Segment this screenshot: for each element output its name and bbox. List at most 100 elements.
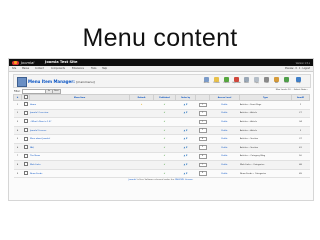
access-level-link[interactable]: Public — [209, 100, 240, 110]
move-button[interactable]: Move — [242, 76, 251, 84]
menu-content[interactable]: Content — [35, 67, 44, 70]
access-level-link[interactable]: Public — [209, 109, 240, 119]
access-level-link[interactable]: Public — [209, 117, 240, 127]
row-checkbox[interactable] — [23, 119, 28, 124]
default-star-icon[interactable] — [129, 160, 154, 170]
status-links[interactable]: Preview · 0 · 1 · Logout — [285, 67, 310, 70]
menu-extensions[interactable]: Extensions — [72, 67, 84, 70]
reorder-arrows-icon[interactable]: ▲ ▼ — [175, 169, 196, 179]
published-check-icon[interactable]: ✔ — [153, 134, 176, 144]
select-all-checkbox[interactable] — [23, 95, 28, 99]
access-level-link[interactable]: Public — [209, 169, 240, 179]
published-check-icon[interactable]: ✔ — [153, 100, 176, 110]
menu-item-link[interactable]: More about Joomla! — [29, 134, 130, 144]
row-checkbox-cell[interactable] — [21, 152, 30, 162]
menu-menus[interactable]: Menus — [22, 67, 29, 70]
row-checkbox-cell[interactable] — [21, 143, 30, 153]
row-checkbox[interactable] — [23, 110, 28, 115]
menu-site[interactable]: Site — [12, 67, 16, 70]
site-name: Joomla Test Site — [45, 60, 78, 65]
default-star-icon[interactable] — [129, 169, 154, 179]
item-id: 27 — [291, 109, 310, 119]
menus-button[interactable]: Menus — [202, 76, 211, 84]
row-checkbox-cell[interactable] — [21, 134, 30, 144]
row-checkbox-cell[interactable] — [21, 126, 30, 136]
reorder-arrows-icon[interactable]: ▲ ▼ — [175, 160, 196, 170]
help-button[interactable]: Help — [294, 76, 303, 84]
unpublish-button[interactable]: Unpublish — [232, 76, 241, 84]
default-star-icon[interactable] — [129, 143, 154, 153]
menu-tools[interactable]: Tools — [91, 67, 96, 70]
menu-item-link[interactable]: Home — [29, 100, 130, 110]
published-check-icon[interactable]: ✔ — [153, 109, 176, 119]
default-button[interactable]: Default — [212, 76, 221, 84]
menu-item-link[interactable]: Web Links — [29, 160, 130, 170]
publish-button[interactable]: Publish — [222, 76, 231, 84]
order-input[interactable]: 3 — [198, 128, 207, 133]
reorder-arrows-icon[interactable]: ▲ ▼ — [175, 152, 196, 162]
published-check-icon[interactable]: ✔ — [153, 152, 176, 162]
order-input[interactable]: 5 — [198, 145, 207, 151]
row-checkbox[interactable] — [23, 145, 28, 150]
row-checkbox[interactable] — [23, 136, 28, 141]
row-checkbox-cell[interactable] — [21, 169, 30, 179]
published-check-icon[interactable]: ✔ — [153, 126, 176, 136]
row-checkbox[interactable] — [23, 171, 28, 176]
footer-joomla-link[interactable]: Joomla! — [129, 179, 137, 181]
row-number: 8 — [13, 160, 22, 170]
menu-components[interactable]: Components — [51, 67, 65, 70]
footer-license-link[interactable]: GNU/GPL License. — [175, 179, 194, 181]
reorder-arrows-icon[interactable] — [175, 117, 196, 127]
row-checkbox-cell[interactable] — [21, 117, 30, 127]
trash-button[interactable]: Trash — [262, 76, 271, 84]
default-star-icon[interactable] — [129, 152, 154, 162]
reorder-arrows-icon[interactable]: ▲ ▼ — [175, 100, 196, 110]
row-checkbox[interactable] — [23, 153, 28, 158]
default-star-icon[interactable] — [129, 126, 154, 136]
admin-header: Joomla! Joomla Test Site Version 1.5.x — [9, 59, 313, 66]
order-input[interactable]: 1 — [198, 119, 207, 125]
published-check-icon[interactable]: ✔ — [153, 160, 176, 170]
reorder-arrows-icon[interactable]: ▲ ▼ — [175, 143, 196, 153]
published-check-icon[interactable]: ✔ — [153, 169, 176, 179]
menu-item-link[interactable]: Joomla! License — [29, 126, 130, 136]
menu-item-link[interactable]: FAQ — [29, 143, 130, 153]
menu-item-link[interactable]: News Feeds — [29, 169, 130, 179]
access-level-link[interactable]: Public — [209, 134, 240, 144]
access-level-link[interactable]: Public — [209, 126, 240, 136]
reorder-arrows-icon[interactable]: ▲ ▼ — [175, 109, 196, 119]
default-star-icon[interactable]: ★ — [129, 100, 154, 110]
copy-button[interactable]: Copy — [252, 76, 261, 84]
order-input[interactable]: 6 — [198, 154, 207, 159]
row-checkbox[interactable] — [23, 102, 28, 107]
published-check-icon[interactable]: ✔ — [153, 143, 176, 153]
access-level-link[interactable]: Public — [209, 160, 240, 170]
order-input[interactable]: 1 — [198, 102, 207, 108]
row-number: 2 — [13, 109, 22, 119]
row-checkbox-cell[interactable] — [21, 100, 30, 110]
reorder-arrows-icon[interactable]: ▲ ▼ — [175, 126, 196, 136]
menu-item-link[interactable]: - What's New in 1.5? — [29, 117, 130, 127]
order-input[interactable]: 8 — [198, 171, 207, 176]
row-checkbox[interactable] — [23, 128, 28, 133]
reorder-arrows-icon[interactable]: ▲ ▼ — [175, 134, 196, 144]
order-input[interactable]: 4 — [198, 136, 207, 142]
published-check-icon[interactable]: ✔ — [153, 117, 176, 127]
default-star-icon[interactable] — [129, 117, 154, 127]
row-checkbox-cell[interactable] — [21, 160, 30, 170]
order-input[interactable]: 7 — [198, 162, 207, 168]
edit-button[interactable]: Edit — [272, 76, 281, 84]
order-input[interactable]: 2 — [198, 111, 207, 116]
menu-item-link[interactable]: The News — [29, 152, 130, 162]
row-checkbox[interactable] — [23, 162, 28, 167]
new-button[interactable]: New — [282, 76, 291, 84]
menu-item-link[interactable]: Joomla! Overview — [29, 109, 130, 119]
filter-selects[interactable]: Max Levels 10 · - Select State - — [276, 89, 308, 91]
default-star-icon[interactable] — [129, 109, 154, 119]
access-level-link[interactable]: Public — [209, 152, 240, 162]
row-checkbox-cell[interactable] — [21, 109, 30, 119]
menu-help[interactable]: Help — [102, 67, 107, 70]
access-level-link[interactable]: Public — [209, 143, 240, 153]
page-title: Menu Item Manager: [mainmenu] — [28, 79, 95, 84]
default-star-icon[interactable] — [129, 134, 154, 144]
